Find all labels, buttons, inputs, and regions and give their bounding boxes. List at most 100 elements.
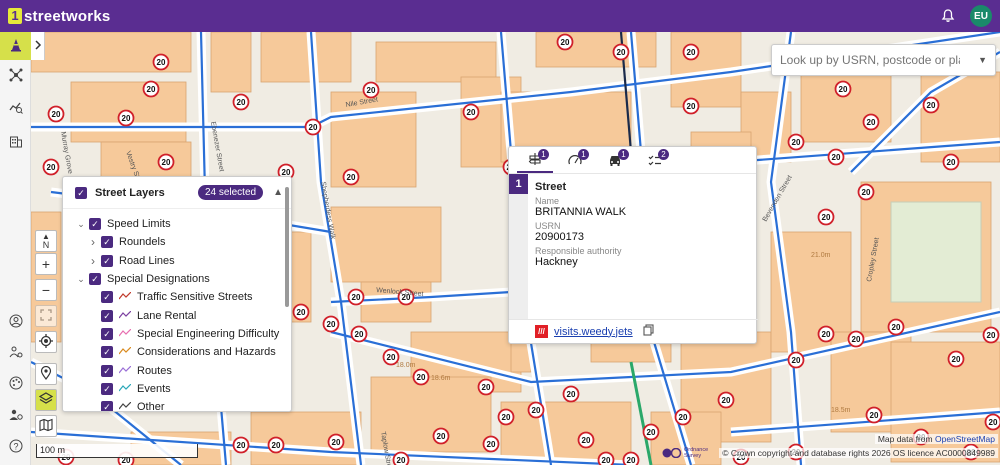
speed-limit-value: 20 xyxy=(397,456,406,465)
layer-checkbox[interactable]: ✓ xyxy=(101,309,113,322)
speed-limit-value: 20 xyxy=(862,188,871,197)
copy-icon[interactable] xyxy=(643,324,654,339)
copyright-notice: © Crown copyright and database rights 20… xyxy=(719,448,998,458)
scrollbar-thumb[interactable] xyxy=(285,187,289,307)
layer-label: Road Lines xyxy=(119,254,175,267)
layer-label: Special Designations xyxy=(107,273,210,286)
chevron-right-icon[interactable]: › xyxy=(87,235,99,249)
layer-label: Special Engineering Difficulty xyxy=(137,327,280,340)
chevron-down-icon[interactable]: ⌄ xyxy=(75,219,87,230)
network-button[interactable] xyxy=(0,62,31,90)
layer-row[interactable]: ✓ Other xyxy=(63,398,291,412)
speed-limit-value: 20 xyxy=(567,390,576,399)
spot-height-label: 18.0m xyxy=(396,362,416,369)
basemap-button[interactable] xyxy=(35,415,57,437)
layer-row[interactable]: ✓ Considerations and Hazards xyxy=(63,343,291,361)
compass-north-button[interactable]: ▲ N xyxy=(35,230,57,252)
layer-row[interactable]: ⌄ ✓ Special Designations xyxy=(63,270,291,288)
popup-tab[interactable]: 1 xyxy=(597,149,633,173)
tab-count-badge: 1 xyxy=(578,149,589,160)
layer-checkbox[interactable]: ✓ xyxy=(101,291,113,304)
layer-checkbox[interactable]: ✓ xyxy=(101,327,113,340)
layer-row[interactable]: ⌄ ✓ Speed Limits xyxy=(63,215,291,233)
left-rail: ? xyxy=(0,32,31,465)
fullscreen-icon xyxy=(40,308,52,324)
popup-tab[interactable]: 2 xyxy=(637,149,673,173)
map-pin-icon xyxy=(40,365,52,383)
zoom-in-button[interactable]: + xyxy=(35,253,57,275)
layer-checkbox[interactable]: ✓ xyxy=(101,401,113,411)
tab-count-badge: 1 xyxy=(538,149,549,160)
speed-limit-value: 20 xyxy=(387,353,396,362)
speed-limit-value: 20 xyxy=(327,320,336,329)
building-block xyxy=(890,341,1000,463)
osm-attribution: Map data from OpenStreetMap xyxy=(874,434,998,444)
speed-limit-value: 20 xyxy=(602,456,611,465)
users-button[interactable] xyxy=(0,339,31,367)
help-icon: ? xyxy=(9,439,23,456)
layer-checkbox[interactable]: ✓ xyxy=(89,218,101,231)
logo-mark: 1 xyxy=(8,8,22,24)
popup-tab[interactable]: 1 xyxy=(557,149,593,173)
user-avatar[interactable]: EU xyxy=(970,5,992,27)
zoom-out-button[interactable]: − xyxy=(35,279,57,301)
layer-row[interactable]: ✓ Special Engineering Difficulty xyxy=(63,325,291,343)
marker-button[interactable] xyxy=(35,363,57,385)
notifications-bell-icon[interactable] xyxy=(940,8,956,24)
speed-limit-value: 20 xyxy=(467,108,476,117)
street-layers-checkbox[interactable]: ✓ xyxy=(75,186,87,199)
layers-scrollbar[interactable] xyxy=(285,185,289,405)
layers-title: Street Layers xyxy=(95,186,165,199)
layer-checkbox[interactable]: ✓ xyxy=(89,273,101,286)
speed-limit-value: 20 xyxy=(627,456,636,465)
manage-users-button[interactable] xyxy=(0,402,31,430)
palette-button[interactable] xyxy=(0,370,31,398)
detail-heading: Street xyxy=(535,181,567,193)
buildings-button[interactable] xyxy=(0,128,31,156)
svg-text:?: ? xyxy=(13,441,18,451)
layer-checkbox[interactable]: ✓ xyxy=(101,236,113,249)
layer-checkbox[interactable]: ✓ xyxy=(101,346,113,359)
layer-checkbox[interactable]: ✓ xyxy=(101,382,113,395)
result-number[interactable]: 1 xyxy=(509,174,528,194)
layer-row[interactable]: ✓ Events xyxy=(63,380,291,398)
layer-row[interactable]: ✓ Routes xyxy=(63,361,291,379)
layer-row[interactable]: › ✓ Road Lines xyxy=(63,252,291,270)
chevron-right-icon[interactable]: › xyxy=(87,254,99,268)
layer-row[interactable]: ✓ Lane Rental xyxy=(63,306,291,324)
speed-limit-value: 20 xyxy=(617,48,626,57)
account-icon xyxy=(9,314,23,331)
speed-limit-value: 20 xyxy=(822,213,831,222)
layer-row[interactable]: ✓ Traffic Sensitive Streets xyxy=(63,288,291,306)
speed-limit-value: 20 xyxy=(487,440,496,449)
speed-limit-value: 20 xyxy=(347,173,356,182)
layers-toggle-button[interactable] xyxy=(35,389,57,411)
dropdown-caret-icon[interactable]: ▼ xyxy=(978,55,987,65)
layer-checkbox[interactable]: ✓ xyxy=(101,364,113,377)
fullscreen-button[interactable] xyxy=(35,305,57,327)
what3words-link[interactable]: visits.weedy.jets xyxy=(554,326,633,338)
building-block xyxy=(330,206,442,283)
account-button[interactable] xyxy=(0,308,31,336)
search-input[interactable] xyxy=(780,53,960,67)
layer-row[interactable]: › ✓ Roundels xyxy=(63,233,291,251)
line-style-icon xyxy=(118,346,132,358)
layer-checkbox[interactable]: ✓ xyxy=(101,254,113,267)
expand-rail-button[interactable] xyxy=(31,32,45,60)
popup-tab[interactable]: 1 xyxy=(517,149,553,173)
analytics-button[interactable] xyxy=(0,94,31,122)
building-block xyxy=(500,401,632,463)
speed-limit-value: 20 xyxy=(870,411,879,420)
building-block xyxy=(370,376,492,453)
locate-me-button[interactable] xyxy=(35,331,57,353)
osm-link[interactable]: OpenStreetMap xyxy=(935,434,995,444)
app-logo[interactable]: 1 streetworks xyxy=(8,8,110,25)
chevron-up-icon[interactable]: ▲ xyxy=(273,187,283,198)
tab-count-badge: 2 xyxy=(658,149,669,160)
layer-label: Other xyxy=(137,401,165,412)
building-block xyxy=(260,32,352,83)
streetworks-cone-button[interactable] xyxy=(0,32,31,60)
chevron-down-icon[interactable]: ⌄ xyxy=(75,274,87,285)
help-button[interactable]: ? xyxy=(0,433,31,461)
location-search[interactable]: ▼ xyxy=(771,44,996,76)
